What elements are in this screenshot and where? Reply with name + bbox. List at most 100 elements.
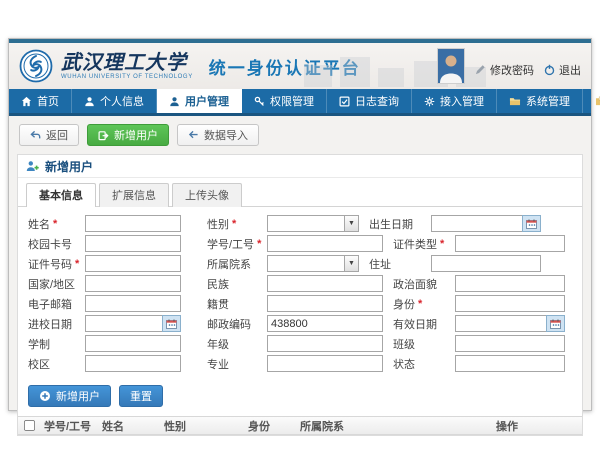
calendar-icon[interactable] — [546, 315, 565, 332]
field-label: 所属院系 — [207, 256, 267, 272]
identity-input[interactable] — [455, 295, 565, 312]
log-check-icon — [339, 96, 350, 107]
toolbar: 返回 新增用户 数据导入 — [17, 122, 583, 154]
valid-date-field — [455, 315, 565, 332]
add-user-toolbar-button[interactable]: 新增用户 — [87, 124, 169, 146]
select-all-cell — [18, 419, 40, 432]
content-area: 返回 新增用户 数据导入 新增用户 基本信息 扩展信息 上传头像 — [9, 116, 591, 410]
valid-date-input[interactable] — [455, 315, 546, 332]
person-plus-icon — [26, 160, 39, 172]
department-select[interactable]: ▼ — [267, 255, 359, 272]
class-input[interactable] — [455, 335, 565, 352]
power-icon — [544, 64, 555, 76]
calendar-icon[interactable] — [522, 215, 541, 232]
nav-tab-subscription-management[interactable]: 订阅管理 — [583, 89, 600, 113]
field-label: 邮政编码 — [207, 316, 267, 332]
column-header: 姓名 — [98, 418, 160, 434]
pencil-icon — [475, 64, 486, 75]
entry-date-input[interactable] — [85, 315, 162, 332]
id-number-input[interactable] — [85, 255, 181, 272]
plus-circle-icon — [39, 390, 51, 402]
grade-input[interactable] — [267, 335, 383, 352]
tab-upload-avatar[interactable]: 上传头像 — [172, 183, 242, 207]
tab-extended-info[interactable]: 扩展信息 — [99, 183, 169, 207]
nav-tab-permission-management[interactable]: 权限管理 — [242, 89, 327, 113]
key-icon — [254, 96, 265, 107]
form-row: 进校日期 邮政编码 有效日期 — [28, 315, 572, 332]
back-arrow-icon — [30, 130, 41, 140]
name-input[interactable] — [85, 215, 181, 232]
platform-title: 统一身份认证平台 — [209, 54, 361, 79]
form-row: 电子邮箱 籍贯 身份* — [28, 295, 572, 312]
form-actions: 新增用户 重置 — [18, 380, 582, 416]
import-arrow-icon — [188, 130, 199, 140]
field-label: 民族 — [207, 276, 267, 292]
field-label: 状态 — [393, 356, 455, 372]
student-id-input[interactable] — [267, 235, 383, 252]
calendar-icon[interactable] — [162, 315, 181, 332]
tab-basic-info[interactable]: 基本信息 — [26, 183, 96, 207]
main-nav: 首页 个人信息 用户管理 权限管理 日志查询 接入管理 系统管理 订阅管理 — [9, 89, 591, 113]
political-status-input[interactable] — [455, 275, 565, 292]
column-header: 学号/工号 — [40, 418, 98, 434]
field-label: 证件号码* — [28, 256, 85, 272]
gender-select[interactable]: ▼ — [267, 215, 359, 232]
email-input[interactable] — [85, 295, 181, 312]
select-all-checkbox[interactable] — [23, 420, 34, 431]
university-name-en: WUHAN UNIVERSITY OF TECHNOLOGY — [61, 74, 193, 80]
add-user-toolbar-icon — [98, 130, 109, 141]
gear-icon — [424, 96, 435, 107]
nav-tab-personal-info[interactable]: 个人信息 — [72, 89, 157, 113]
university-logo-icon — [19, 49, 53, 83]
ethnicity-input[interactable] — [267, 275, 383, 292]
campus-card-input[interactable] — [85, 235, 181, 252]
field-label: 电子邮箱 — [28, 296, 85, 312]
field-label: 班级 — [393, 336, 455, 352]
status-input[interactable] — [455, 355, 565, 372]
chevron-down-icon: ▼ — [344, 216, 358, 231]
form-row: 姓名* 性别*▼ 出生日期 — [28, 215, 572, 232]
major-input[interactable] — [267, 355, 383, 372]
entry-date-field — [85, 315, 181, 332]
field-label: 学号/工号* — [207, 236, 267, 252]
university-title-block: 武汉理工大学 WUHAN UNIVERSITY OF TECHNOLOGY — [61, 52, 193, 80]
field-label: 国家/地区 — [28, 276, 85, 292]
change-password-link[interactable]: 修改密码 — [475, 62, 534, 78]
study-length-input[interactable] — [85, 335, 181, 352]
column-header: 性别 — [160, 418, 244, 434]
address-input[interactable] — [431, 255, 541, 272]
avatar[interactable] — [437, 48, 465, 84]
country-region-input[interactable] — [85, 275, 181, 292]
column-header: 所属院系 — [296, 418, 492, 434]
form-row: 学制 年级 班级 — [28, 335, 572, 352]
basic-info-form: 姓名* 性别*▼ 出生日期 校园卡号 学号/工号* 证件类型* 证件号码* 所属… — [18, 207, 582, 380]
submit-add-user-button[interactable]: 新增用户 — [28, 385, 111, 407]
field-label: 政治面貌 — [393, 276, 455, 292]
field-label: 身份* — [393, 296, 455, 312]
nav-tab-system-management[interactable]: 系统管理 — [497, 89, 583, 113]
data-import-button[interactable]: 数据导入 — [177, 124, 259, 146]
folder-page-icon — [595, 96, 600, 107]
postal-code-input[interactable] — [267, 315, 383, 332]
id-type-input[interactable] — [455, 235, 565, 252]
nav-tab-log-query[interactable]: 日志查询 — [327, 89, 412, 113]
form-tabs: 基本信息 扩展信息 上传头像 — [18, 178, 582, 207]
birth-date-input[interactable] — [431, 215, 522, 232]
field-label: 出生日期 — [369, 216, 431, 232]
form-row: 校园卡号 学号/工号* 证件类型* — [28, 235, 572, 252]
logout-link[interactable]: 退出 — [544, 62, 581, 78]
nav-tab-user-management[interactable]: 用户管理 — [157, 89, 242, 113]
back-button[interactable]: 返回 — [19, 124, 79, 146]
form-row: 证件号码* 所属院系▼ 住址 — [28, 255, 572, 272]
native-place-input[interactable] — [267, 295, 383, 312]
field-label: 籍贯 — [207, 296, 267, 312]
new-user-panel: 新增用户 基本信息 扩展信息 上传头像 姓名* 性别*▼ 出生日期 校园卡号 学… — [17, 154, 583, 436]
folder-icon — [509, 96, 521, 107]
campus-input[interactable] — [85, 355, 181, 372]
nav-tab-home[interactable]: 首页 — [9, 89, 72, 113]
reset-button[interactable]: 重置 — [119, 385, 163, 407]
nav-tab-access-management[interactable]: 接入管理 — [412, 89, 497, 113]
header: 武汉理工大学 WUHAN UNIVERSITY OF TECHNOLOGY 统一… — [9, 43, 591, 89]
column-header: 操作 — [492, 418, 582, 434]
users-icon — [169, 96, 180, 107]
